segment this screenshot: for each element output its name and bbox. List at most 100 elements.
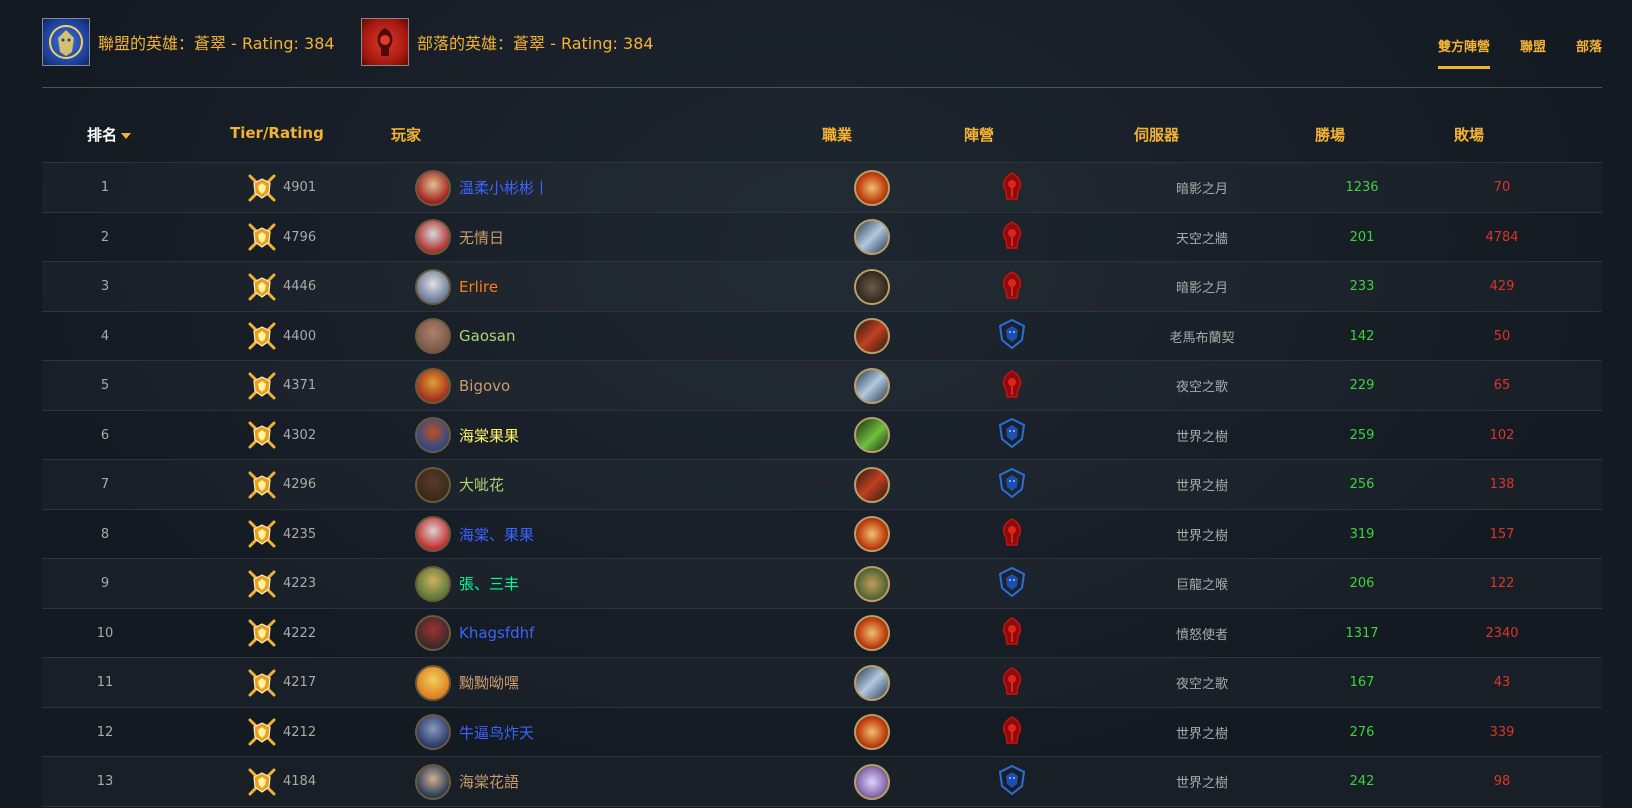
player-cell[interactable]: 温柔小彬彬丨 xyxy=(415,163,549,212)
player-name-link[interactable]: 黝黝呦嘿 xyxy=(459,672,519,693)
player-cell[interactable]: Erlire xyxy=(415,262,498,311)
leaderboard-table: 排名 Tier/Rating 玩家 職業 陣營 伺服器 勝場 敗場 1 4901 温… xyxy=(42,110,1602,807)
tab-alliance[interactable]: 聯盟 xyxy=(1520,36,1546,69)
avatar[interactable] xyxy=(415,367,451,404)
wins-cell: 233 xyxy=(1349,279,1375,294)
player-cell[interactable]: 海棠花語 xyxy=(415,757,519,806)
player-cell[interactable]: Khagsfdhf xyxy=(415,609,534,658)
player-cell[interactable]: 牛逼鸟炸天 xyxy=(415,708,534,757)
avatar[interactable] xyxy=(415,219,451,255)
rank-cell: 12 xyxy=(96,724,114,740)
gladiator-tier-icon xyxy=(247,222,277,252)
column-faction-header[interactable]: 陣營 xyxy=(964,124,994,145)
class-cell xyxy=(852,213,892,262)
wins-cell: 276 xyxy=(1349,724,1375,740)
server-cell[interactable]: 世界之樹 xyxy=(1082,757,1322,806)
player-name-link[interactable]: 海棠花語 xyxy=(459,771,519,792)
rank-cell: 13 xyxy=(96,774,114,789)
class-cell xyxy=(852,658,892,707)
player-cell[interactable]: 大呲花 xyxy=(415,460,504,509)
column-class-header[interactable]: 職業 xyxy=(822,124,852,145)
column-server-header[interactable]: 伺服器 xyxy=(1134,124,1179,145)
avatar[interactable] xyxy=(415,268,451,305)
server-cell[interactable]: 夜空之歌 xyxy=(1082,658,1322,707)
table-row[interactable]: 12 4212 牛逼鸟炸天 世界之樹 276 339 xyxy=(42,708,1602,757)
avatar[interactable] xyxy=(415,318,451,354)
rank-cell: 9 xyxy=(100,576,110,591)
table-row[interactable]: 3 4446 Erlire 暗影之月 233 429 xyxy=(42,262,1602,312)
player-name-link[interactable]: 大呲花 xyxy=(459,474,504,495)
alliance-faction-icon xyxy=(998,318,1026,354)
table-row[interactable]: 13 4184 海棠花語 世界之樹 242 98 xyxy=(42,757,1602,807)
player-name-link[interactable]: Erlire xyxy=(459,278,498,296)
table-row[interactable]: 8 4235 海棠、果果 世界之樹 319 157 xyxy=(42,510,1602,559)
hunter-class-icon xyxy=(854,318,890,354)
server-cell[interactable]: 暗影之月 xyxy=(1082,163,1322,212)
avatar[interactable] xyxy=(415,169,451,206)
server-cell[interactable]: 世界之樹 xyxy=(1082,411,1322,460)
player-name-link[interactable]: 无情日 xyxy=(459,227,504,248)
avatar[interactable] xyxy=(415,516,451,552)
avatar[interactable] xyxy=(415,763,451,800)
column-player-header[interactable]: 玩家 xyxy=(391,124,421,145)
avatar[interactable] xyxy=(415,664,451,701)
sort-caret-icon xyxy=(121,132,132,139)
server-cell[interactable]: 天空之牆 xyxy=(1082,213,1322,262)
server-cell[interactable]: 暗影之月 xyxy=(1082,262,1322,311)
class-cell xyxy=(852,163,892,212)
server-cell[interactable]: 老馬布蘭契 xyxy=(1082,312,1322,361)
table-row[interactable]: 11 4217 黝黝呦嘿 夜空之歌 167 43 xyxy=(42,658,1602,708)
rank-cell: 2 xyxy=(100,229,110,245)
column-losses-header[interactable]: 敗場 xyxy=(1454,124,1484,145)
server-cell[interactable]: 世界之樹 xyxy=(1082,708,1322,757)
monk-class-icon xyxy=(854,565,890,602)
player-name-link[interactable]: 牛逼鸟炸天 xyxy=(459,722,534,743)
column-tier-header[interactable]: Tier/Rating xyxy=(230,124,324,142)
table-row[interactable]: 6 4302 海棠果果 世界之樹 259 102 xyxy=(42,411,1602,460)
avatar[interactable] xyxy=(415,615,451,651)
table-row[interactable]: 7 4296 大呲花 世界之樹 256 138 xyxy=(42,460,1602,510)
rank-cell: 1 xyxy=(100,180,110,195)
player-name-link[interactable]: 張、三丰 xyxy=(459,573,519,594)
table-row[interactable]: 1 4901 温柔小彬彬丨 暗影之月 1236 70 xyxy=(42,163,1602,213)
player-name-link[interactable]: Bigovo xyxy=(459,377,510,395)
class-cell xyxy=(852,361,892,410)
player-cell[interactable]: 張、三丰 xyxy=(415,559,519,608)
faction-tabs: 雙方陣營 聯盟 部落 xyxy=(1408,36,1602,69)
avatar[interactable] xyxy=(415,565,451,602)
tab-both-factions[interactable]: 雙方陣營 xyxy=(1437,36,1490,69)
tab-horde[interactable]: 部落 xyxy=(1576,36,1602,69)
table-row[interactable]: 9 4223 張、三丰 巨龍之喉 206 122 xyxy=(42,559,1602,609)
server-cell[interactable]: 憤怒使者 xyxy=(1082,609,1322,658)
table-row[interactable]: 2 4796 无情日 天空之牆 201 4784 xyxy=(42,213,1602,262)
player-name-link[interactable]: 海棠果果 xyxy=(459,425,519,446)
avatar[interactable] xyxy=(415,417,451,453)
player-name-link[interactable]: Khagsfdhf xyxy=(459,624,534,642)
player-cell[interactable]: 海棠果果 xyxy=(415,411,519,460)
player-name-link[interactable]: 温柔小彬彬丨 xyxy=(459,177,549,198)
column-wins-header[interactable]: 勝場 xyxy=(1315,124,1345,145)
table-row[interactable]: 5 4371 Bigovo 夜空之歌 229 65 xyxy=(42,361,1602,411)
wins-cell: 206 xyxy=(1349,576,1375,591)
player-cell[interactable]: 海棠、果果 xyxy=(415,510,534,559)
server-cell[interactable]: 世界之樹 xyxy=(1082,510,1322,559)
losses-cell: 339 xyxy=(1489,724,1515,740)
rating-value: 4296 xyxy=(283,477,317,492)
player-cell[interactable]: Bigovo xyxy=(415,361,510,410)
table-row[interactable]: 4 4400 Gaosan 老馬布蘭契 142 50 xyxy=(42,312,1602,361)
rank-cell: 8 xyxy=(100,526,110,542)
server-cell[interactable]: 世界之樹 xyxy=(1082,460,1322,509)
player-name-link[interactable]: Gaosan xyxy=(459,327,516,345)
avatar[interactable] xyxy=(415,466,451,503)
player-cell[interactable]: 无情日 xyxy=(415,213,504,262)
server-cell[interactable]: 巨龍之喉 xyxy=(1082,559,1322,608)
header-divider xyxy=(42,87,1602,88)
server-cell[interactable]: 夜空之歌 xyxy=(1082,361,1322,410)
table-row[interactable]: 10 4222 Khagsfdhf 憤怒使者 1317 2340 xyxy=(42,609,1602,658)
player-cell[interactable]: Gaosan xyxy=(415,312,516,361)
column-rank-header[interactable]: 排名 xyxy=(87,124,132,145)
avatar[interactable] xyxy=(415,714,451,750)
tier-cell: 4223 xyxy=(247,559,316,608)
player-name-link[interactable]: 海棠、果果 xyxy=(459,524,534,545)
player-cell[interactable]: 黝黝呦嘿 xyxy=(415,658,519,707)
